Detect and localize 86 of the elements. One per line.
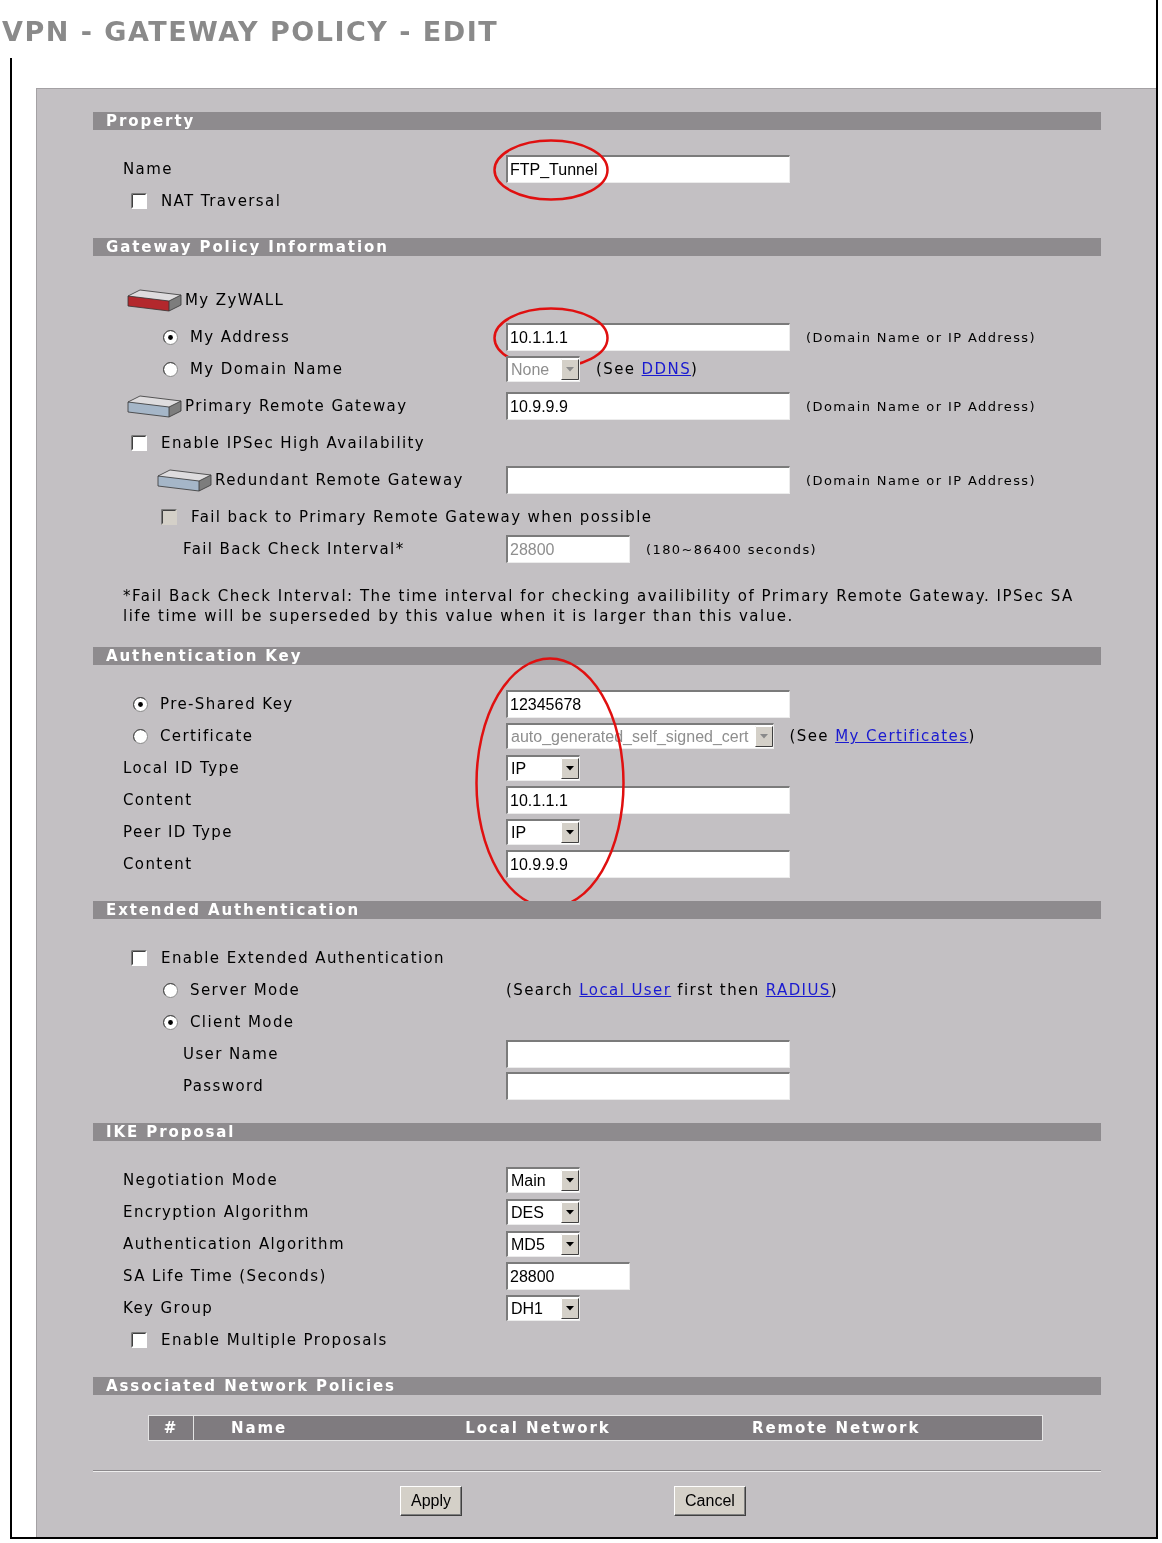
dialog-button[interactable]: Cancel: [674, 1486, 746, 1516]
dropdown-arrow-icon: [561, 1202, 579, 1223]
dropdown[interactable]: DES: [506, 1199, 580, 1225]
field-label: User Name: [183, 1045, 279, 1063]
field-label: SA Life Time (Seconds): [123, 1267, 327, 1285]
column-header: Local Network: [464, 1418, 612, 1439]
dropdown[interactable]: DH1: [506, 1295, 580, 1321]
dropdown[interactable]: IP: [506, 755, 580, 781]
field-label: Name: [123, 160, 173, 178]
hint-text: (Domain Name or IP Address): [806, 472, 1036, 488]
text-field[interactable]: 12345678: [506, 690, 790, 718]
text-field[interactable]: [506, 1072, 790, 1100]
dropdown-arrow-icon: [561, 1170, 579, 1191]
dropdown-arrow-icon: [561, 758, 579, 779]
field-label: Password: [183, 1077, 265, 1095]
page-title: VPN - GATEWAY POLICY - EDIT: [2, 16, 499, 48]
text-field[interactable]: [506, 466, 790, 494]
field-label: Content: [123, 791, 193, 809]
link[interactable]: RADIUS: [765, 981, 831, 999]
radio-label: Client Mode: [190, 1013, 295, 1031]
field-label: Encryption Algorithm: [123, 1203, 310, 1221]
section-header: Authentication Key: [93, 647, 1101, 665]
dropdown-arrow-icon: [561, 1234, 579, 1255]
checkbox[interactable]: [131, 435, 147, 451]
text-field[interactable]: 10.9.9.9: [506, 392, 790, 420]
hint-text: (Domain Name or IP Address): [806, 329, 1036, 345]
radio-button[interactable]: [133, 728, 148, 744]
radio-button[interactable]: [163, 1014, 178, 1030]
radio-label: My Domain Name: [190, 360, 344, 378]
checkbox[interactable]: [131, 193, 147, 209]
reference-text: (See My Certificates): [789, 727, 976, 745]
section-header: Extended Authentication: [93, 901, 1101, 919]
hint-text: (Domain Name or IP Address): [806, 398, 1036, 414]
field-label: Content: [123, 855, 193, 873]
radio-label: My Address: [190, 328, 291, 346]
radio-label: Certificate: [160, 727, 254, 745]
field-label: Authentication Algorithm: [123, 1235, 345, 1253]
device-label: Primary Remote Gateway: [185, 397, 408, 415]
column-header: #: [149, 1416, 194, 1440]
section-header: Gateway Policy Information: [93, 238, 1101, 256]
link[interactable]: My Certificates: [835, 727, 969, 745]
reference-text: (Search Local User first then RADIUS): [506, 981, 838, 999]
dropdown-arrow-icon: [561, 822, 579, 843]
section-header: Associated Network Policies: [93, 1377, 1101, 1395]
field-label: Fail Back Check Interval*: [183, 540, 405, 558]
dropdown[interactable]: Main: [506, 1167, 580, 1193]
footnote-text: *Fail Back Check Interval: The time interval for checking availibility of Primary Remote Gateway. IPSec SA life time will be superseded by this value when it is larger than this value.: [122, 586, 1075, 626]
checkbox-label: Enable IPSec High Availability: [161, 434, 426, 452]
link[interactable]: Local User: [579, 981, 672, 999]
dropdown-arrow-icon: [561, 359, 579, 380]
radio-button[interactable]: [163, 982, 178, 998]
text-field[interactable]: 10.1.1.1: [506, 323, 790, 351]
dropdown-arrow-icon: [561, 1298, 579, 1319]
dropdown-arrow-icon: [754, 726, 773, 747]
text-field[interactable]: FTP_Tunnel: [506, 155, 790, 183]
dropdown[interactable]: IP: [506, 819, 580, 845]
radio-button[interactable]: [133, 696, 148, 712]
field-label: Peer ID Type: [123, 823, 233, 841]
checkbox[interactable]: [131, 950, 147, 966]
section-header: IKE Proposal: [93, 1123, 1101, 1141]
radio-button[interactable]: [163, 329, 178, 345]
checkbox-label: Fail back to Primary Remote Gateway when possible: [191, 508, 653, 526]
section-header: Property: [93, 112, 1101, 130]
text-field[interactable]: [506, 1040, 790, 1068]
dropdown[interactable]: MD5: [506, 1231, 580, 1257]
checkbox[interactable]: [131, 1332, 147, 1348]
link[interactable]: DDNS: [641, 360, 692, 378]
device-label: My ZyWALL: [185, 291, 285, 309]
reference-text: (See DDNS): [596, 360, 699, 378]
dialog-button[interactable]: Apply: [400, 1486, 463, 1516]
text-field[interactable]: 28800: [506, 1262, 630, 1290]
checkbox-label: Enable Extended Authentication: [161, 949, 445, 967]
checkbox-label: NAT Traversal: [161, 192, 282, 210]
column-header: Name: [229, 1418, 289, 1439]
radio-label: Pre-Shared Key: [160, 695, 294, 713]
device-label: Redundant Remote Gateway: [215, 471, 464, 489]
radio-button[interactable]: [163, 361, 178, 377]
text-field[interactable]: 10.9.9.9: [506, 850, 790, 878]
hint-text: (180~86400 seconds): [646, 541, 818, 557]
radio-label: Server Mode: [190, 981, 301, 999]
field-label: Key Group: [123, 1299, 214, 1317]
field-label: Negotiation Mode: [123, 1171, 279, 1189]
checkbox-label: Enable Multiple Proposals: [161, 1331, 388, 1349]
text-field[interactable]: 10.1.1.1: [506, 786, 790, 814]
field-label: Local ID Type: [123, 759, 241, 777]
column-header: Remote Network: [752, 1418, 920, 1439]
